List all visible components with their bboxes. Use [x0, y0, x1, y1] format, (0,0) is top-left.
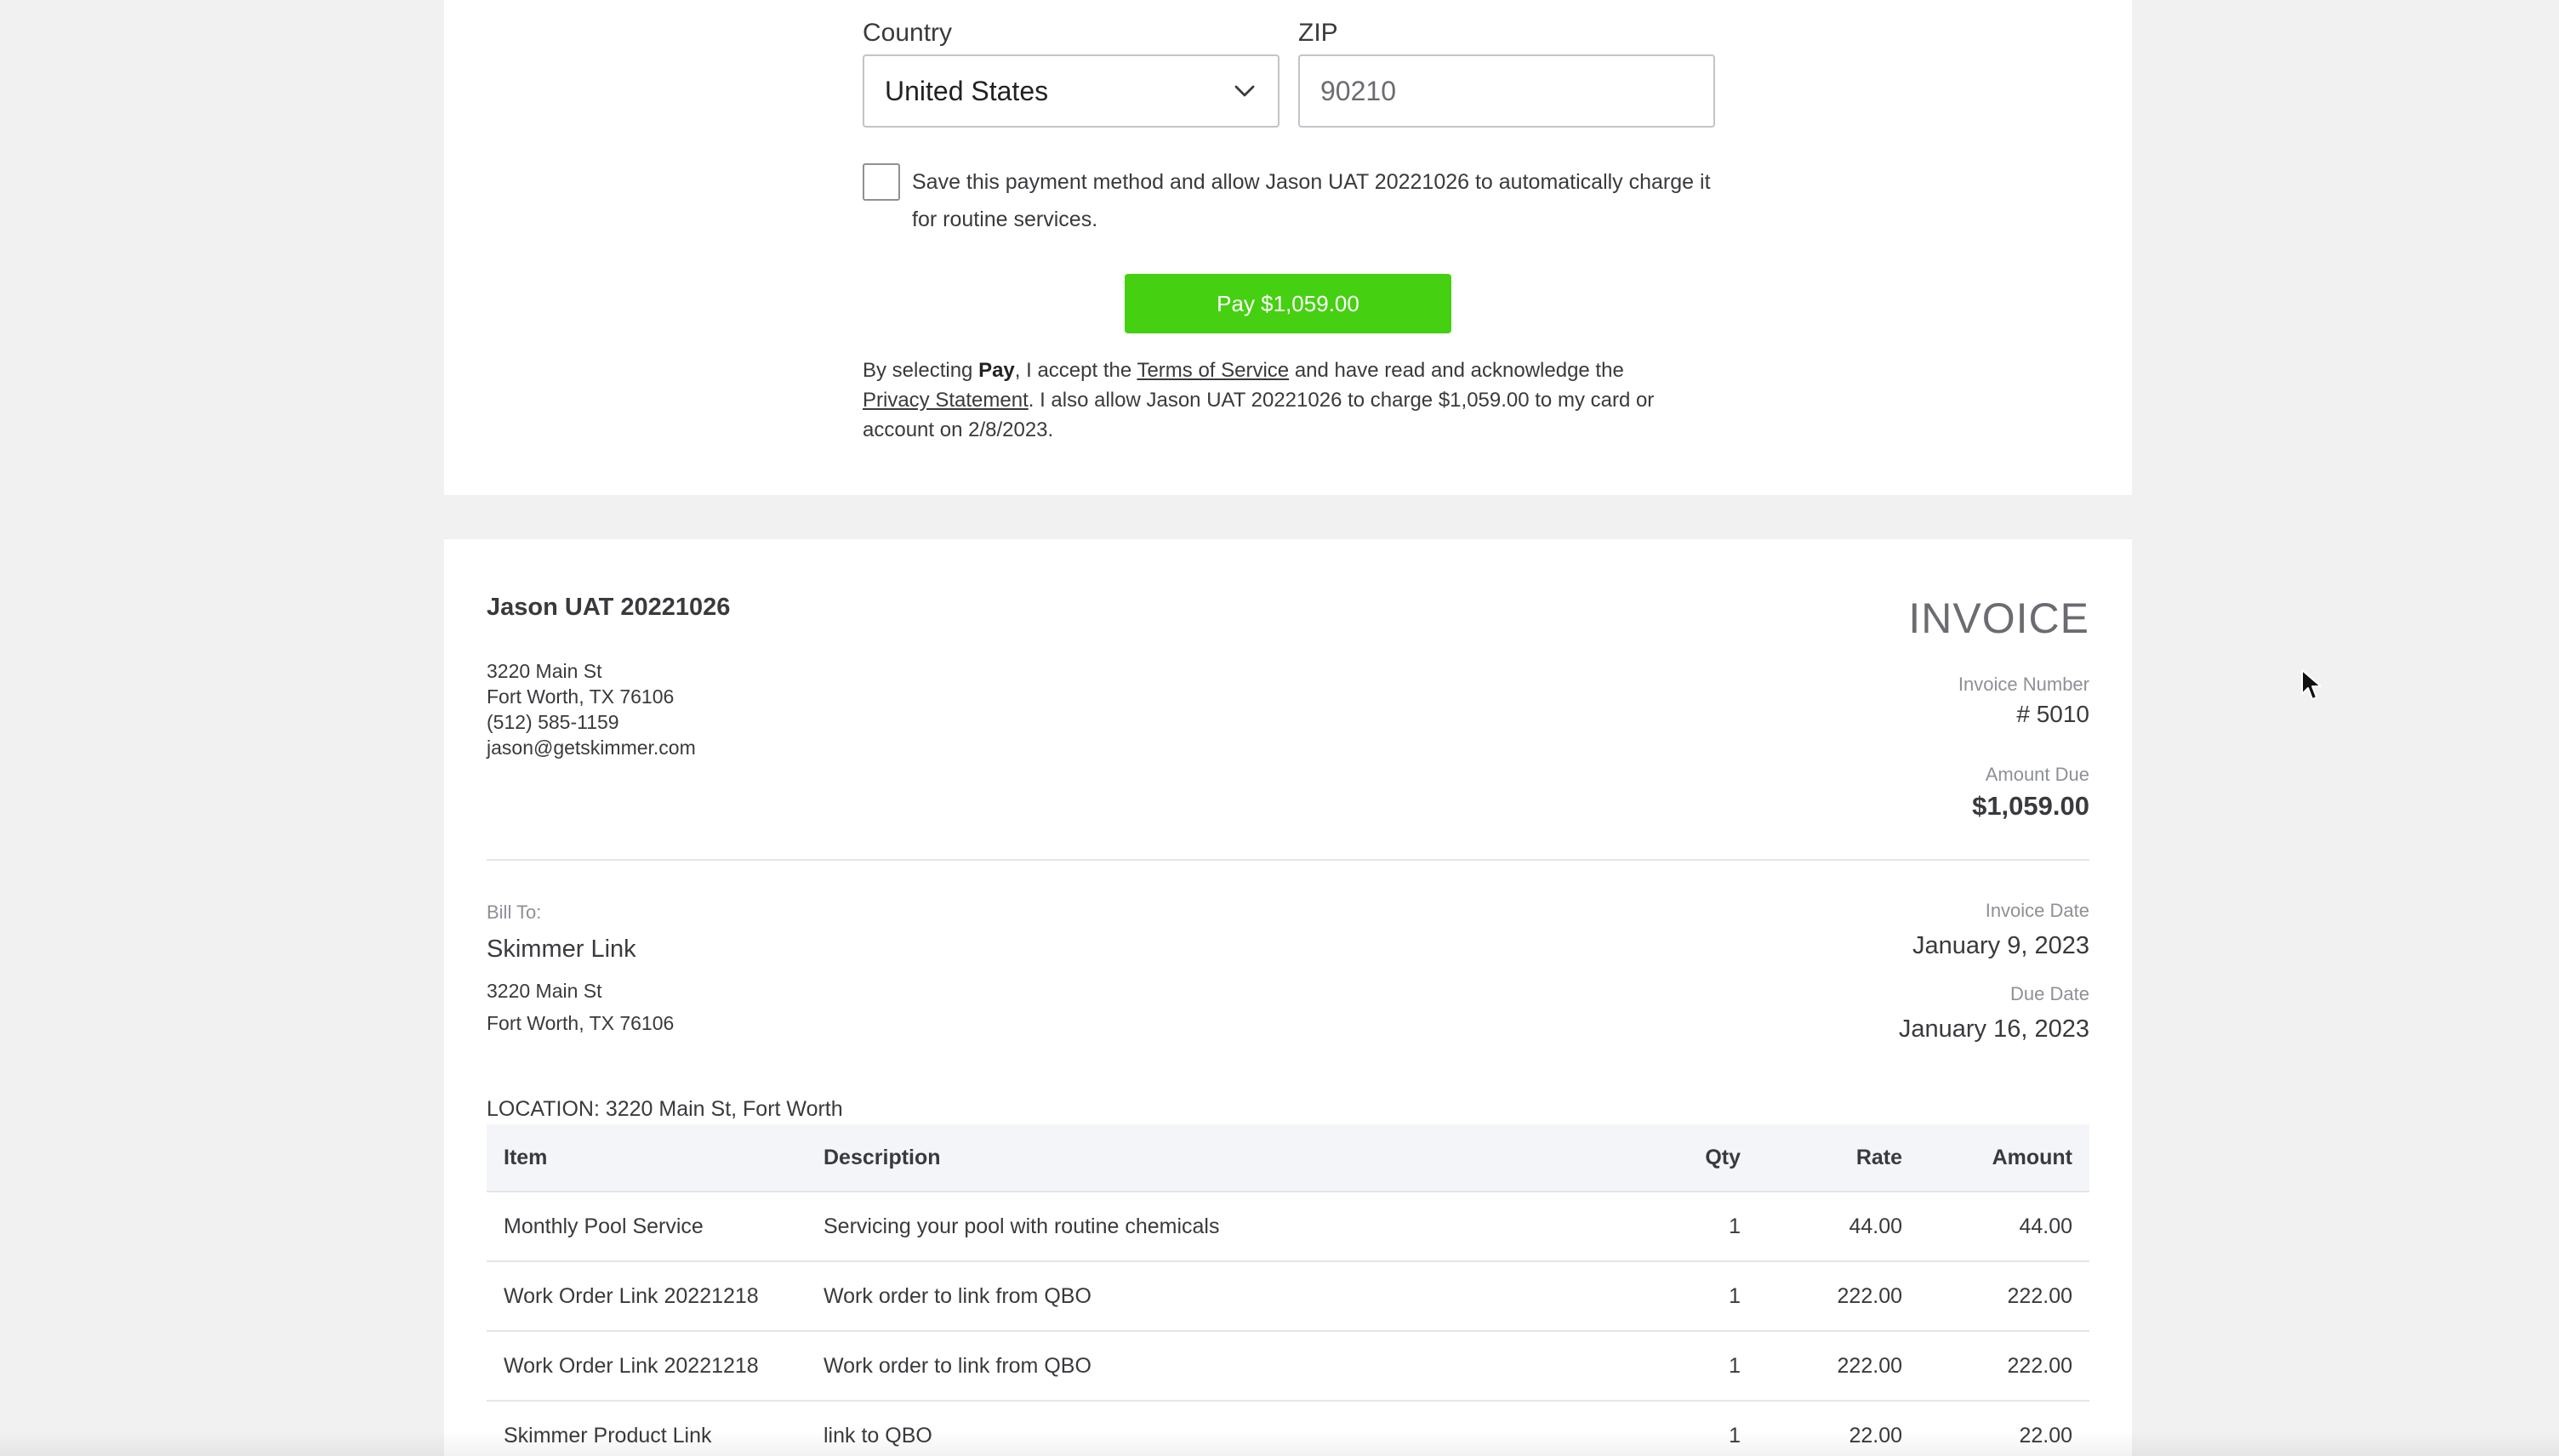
- invoice-number: # 5010: [2016, 701, 2089, 727]
- bill-to-address-line1: 3220 Main St: [487, 980, 602, 1002]
- cell-amount: 222.00: [1919, 1331, 2089, 1402]
- legal-text-part: By selecting: [863, 359, 979, 382]
- table-row: Work Order Link 20221218 Work order to l…: [487, 1261, 2089, 1332]
- cell-rate: 222.00: [1758, 1261, 1919, 1332]
- invoice-date-value: January 9, 2023: [1912, 932, 2089, 959]
- cell-item: Work Order Link 20221218: [487, 1331, 806, 1402]
- amount-due-value: $1,059.00: [1972, 791, 2089, 821]
- cell-qty: 1: [1639, 1331, 1758, 1402]
- chevron-down-icon: [1234, 85, 1255, 97]
- pay-button[interactable]: Pay $1,059.00: [1125, 274, 1451, 333]
- cursor-arrow-icon: [2301, 669, 2322, 700]
- due-date-label: Due Date: [2010, 983, 2089, 1004]
- country-select-value: United States: [885, 75, 1049, 106]
- cell-description: Servicing your pool with routine chemica…: [806, 1192, 1639, 1262]
- company-address-line2: Fort Worth, TX 76106: [487, 685, 675, 708]
- column-header-qty: Qty: [1639, 1124, 1758, 1192]
- zip-input[interactable]: 90210: [1298, 54, 1715, 128]
- service-location: LOCATION: 3220 Main St, Fort Worth: [487, 1097, 843, 1121]
- cell-amount: 222.00: [1919, 1261, 2089, 1332]
- invoice-number-label: Invoice Number: [1958, 674, 2089, 695]
- zip-label: ZIP: [1298, 19, 1338, 47]
- privacy-statement-link[interactable]: Privacy Statement: [863, 389, 1029, 412]
- terms-of-service-link[interactable]: Terms of Service: [1137, 359, 1289, 382]
- column-header-rate: Rate: [1758, 1124, 1919, 1192]
- save-payment-method-label: Save this payment method and allow Jason…: [912, 170, 1711, 231]
- legal-text-part: and have read and acknowledge the: [1289, 359, 1624, 382]
- invoice-title: INVOICE: [1908, 594, 2089, 642]
- invoice-date-label: Invoice Date: [1985, 900, 2089, 921]
- company-address-line1: 3220 Main St: [487, 660, 602, 682]
- amount-due-label: Amount Due: [1985, 764, 2089, 785]
- company-phone: (512) 585-1159: [487, 711, 619, 733]
- cell-description: Work order to link from QBO: [806, 1331, 1639, 1402]
- save-payment-method-checkbox[interactable]: [863, 163, 900, 201]
- country-select[interactable]: United States: [863, 54, 1280, 128]
- cell-item: Monthly Pool Service: [487, 1192, 806, 1262]
- legal-pay-word: Pay: [978, 359, 1015, 382]
- invoice-line-items-table: Item Description Qty Rate Amount Monthly…: [487, 1124, 2089, 1456]
- table-row: Monthly Pool Service Servicing your pool…: [487, 1192, 2089, 1262]
- bottom-shadow: [0, 1430, 2559, 1456]
- cell-qty: 1: [1639, 1261, 1758, 1332]
- bill-to-address-line2: Fort Worth, TX 76106: [487, 1012, 675, 1034]
- table-row: Work Order Link 20221218 Work order to l…: [487, 1331, 2089, 1402]
- column-header-item: Item: [487, 1124, 806, 1192]
- legal-text-part: , I accept the: [1014, 359, 1137, 382]
- bill-to-label: Bill To:: [487, 901, 542, 923]
- cell-description: Work order to link from QBO: [806, 1261, 1639, 1332]
- cell-amount: 44.00: [1919, 1192, 2089, 1262]
- cell-rate: 222.00: [1758, 1331, 1919, 1402]
- payment-form-card: Country ZIP United States 90210 Save thi…: [444, 0, 2132, 495]
- company-contact-block: 3220 Main St Fort Worth, TX 76106 (512) …: [487, 658, 696, 760]
- cell-item: Work Order Link 20221218: [487, 1261, 806, 1332]
- invoice-divider: [487, 859, 2089, 861]
- invoice-card: Jason UAT 20221026 3220 Main St Fort Wor…: [444, 539, 2132, 1456]
- company-email: jason@getskimmer.com: [487, 737, 696, 759]
- country-label: Country: [863, 19, 953, 47]
- cell-qty: 1: [1639, 1192, 1758, 1262]
- column-header-description: Description: [806, 1124, 1639, 1192]
- due-date-value: January 16, 2023: [1898, 1015, 2089, 1043]
- zip-input-value: 90210: [1320, 75, 1396, 106]
- cell-rate: 44.00: [1758, 1192, 1919, 1262]
- bill-to-name: Skimmer Link: [487, 936, 636, 963]
- bill-to-address: 3220 Main St Fort Worth, TX 76106: [487, 975, 674, 1039]
- table-header-row: Item Description Qty Rate Amount: [487, 1124, 2089, 1192]
- company-name: Jason UAT 20221026: [487, 594, 731, 621]
- column-header-amount: Amount: [1919, 1124, 2089, 1192]
- legal-consent-text: By selecting Pay, I accept the Terms of …: [863, 355, 1713, 445]
